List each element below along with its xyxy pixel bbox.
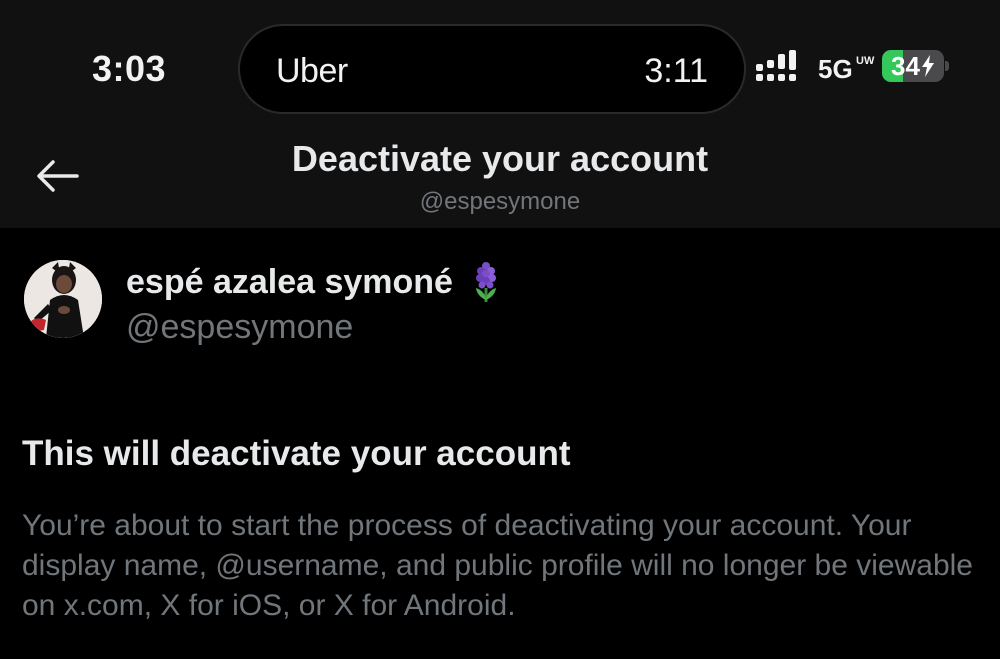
avatar[interactable] bbox=[24, 260, 102, 338]
dynamic-island-live-activity[interactable]: Uber 3:11 bbox=[238, 24, 746, 114]
profile-display-name: espé azalea symoné bbox=[126, 262, 453, 301]
page-subtitle-handle: @espesymone bbox=[419, 188, 581, 215]
section-title: This will deactivate your account bbox=[22, 434, 571, 473]
hyacinth-emoji-icon bbox=[475, 262, 496, 302]
battery-cap bbox=[945, 61, 949, 71]
network-subtype: UW bbox=[856, 55, 875, 67]
profile-name: espé azalea symoné bbox=[126, 260, 501, 304]
live-activity-time: 3:11 bbox=[644, 52, 708, 90]
avatar-image bbox=[24, 260, 102, 338]
battery-percent: 34 bbox=[891, 50, 920, 81]
top-bar: 3:03 Uber 3:11 5G UW 34 Deactivate your … bbox=[0, 0, 1000, 228]
battery-icon: 34 bbox=[882, 50, 944, 82]
cellular-signal-icon bbox=[756, 50, 796, 81]
section-body: You’re about to start the process of dea… bbox=[22, 509, 973, 622]
network-type: 5G bbox=[818, 54, 853, 84]
page-title: Deactivate your account bbox=[291, 138, 709, 179]
status-time: 3:03 bbox=[92, 48, 167, 89]
profile-handle: @espesymone bbox=[126, 308, 354, 346]
charging-bolt-icon bbox=[921, 55, 934, 77]
live-activity-app: Uber bbox=[276, 52, 348, 90]
